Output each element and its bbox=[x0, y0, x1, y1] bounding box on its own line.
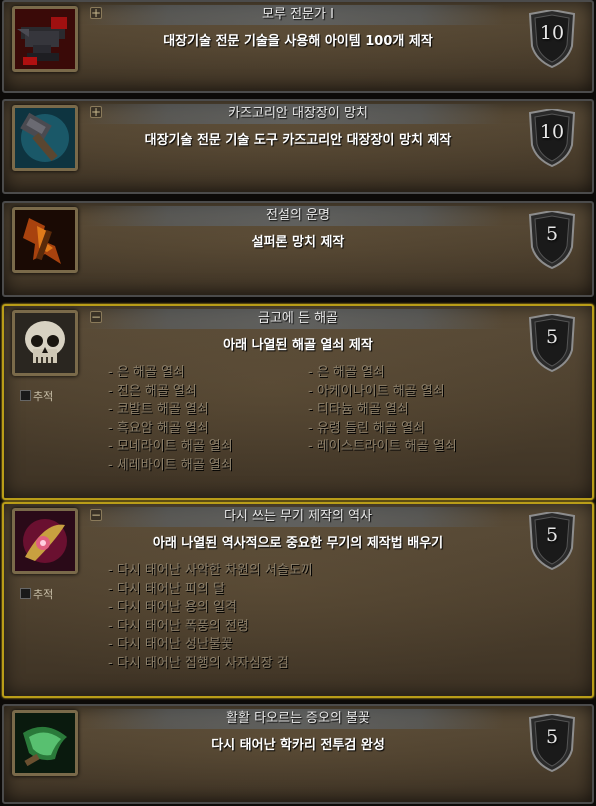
track-label: 추적 bbox=[33, 390, 54, 403]
green-blade-icon bbox=[12, 710, 78, 776]
achievement-row-expanded[interactable]: 추적 − 다시 쓰는 무기 제작의 역사 아래 나열된 역사적으로 중요한 무기… bbox=[2, 502, 594, 698]
criteria-item: - 다시 태어난 용의 일격 bbox=[108, 600, 237, 615]
achievement-description: 다시 태어난 학카리 전투검 완성 bbox=[211, 738, 385, 753]
points-value: 5 bbox=[545, 223, 559, 245]
fire-hammer-icon bbox=[12, 207, 78, 273]
criteria-item: - 세레바이트 해골 열쇠 bbox=[108, 457, 233, 473]
achievement-row-expanded[interactable]: 추적 − 금고에 든 해골 아래 나열된 해골 열쇠 제작 - 은 해골 열쇠 … bbox=[2, 304, 594, 500]
criteria-item: - 다시 태어난 폭풍의 전령 bbox=[108, 618, 249, 634]
achievement-title: 모루 전문가 I bbox=[262, 7, 334, 22]
achievement-description: 아래 나열된 역사적으로 중요한 무기의 제작법 배우기 bbox=[152, 536, 444, 551]
achievement-description: 대장기술 전문 기술을 사용해 아이템 100개 제작 bbox=[163, 34, 433, 49]
criteria-item: - 다시 태어난 성난불꽃 bbox=[108, 637, 233, 652]
achievement-description: 대장기술 전문 기술 도구 카즈고리안 대장장이 망치 제작 bbox=[144, 133, 452, 148]
criteria-item: - 레이스트라이트 해골 열쇠 bbox=[308, 439, 457, 454]
achievement-title: 전설의 운명 bbox=[266, 208, 330, 223]
criteria-item: - 코발트 해골 열쇠 bbox=[108, 402, 209, 417]
criteria-item: - 은 해골 열쇠 bbox=[308, 365, 385, 380]
criteria-item: - 다시 태어난 사악한 차원의 서슬도끼 bbox=[108, 563, 313, 578]
criteria-item: - 흑요암 해골 열쇠 bbox=[108, 420, 209, 436]
criteria-list-right: - 은 해골 열쇠 - 아케이나이트 해골 열쇠 - 티타늄 해골 열쇠 - 유… bbox=[308, 364, 457, 457]
points-shield: 5 bbox=[528, 209, 576, 270]
achievement-row[interactable]: + 모루 전문가 I 대장기술 전문 기술을 사용해 아이템 100개 제작 1… bbox=[2, 0, 594, 93]
achievement-title: 다시 쓰는 무기 제작의 역사 bbox=[223, 509, 373, 524]
checkbox-box[interactable] bbox=[20, 390, 31, 401]
criteria-item: - 유령 들린 해골 열쇠 bbox=[308, 420, 425, 436]
points-value: 5 bbox=[545, 326, 559, 348]
achievement-title: 활활 타오르는 증오의 불꽃 bbox=[226, 711, 370, 726]
hammer-icon bbox=[12, 105, 78, 171]
points-value: 10 bbox=[539, 121, 565, 143]
points-value: 10 bbox=[539, 22, 565, 44]
achievement-title: 금고에 든 해골 bbox=[257, 311, 339, 326]
track-checkbox[interactable]: 추적 bbox=[20, 388, 53, 404]
skull-icon bbox=[12, 310, 78, 376]
achievement-row[interactable]: 활활 타오르는 증오의 불꽃 다시 태어난 학카리 전투검 완성 5 bbox=[2, 704, 594, 804]
points-shield: 5 bbox=[528, 712, 576, 773]
anvil-icon bbox=[12, 6, 78, 72]
criteria-item: - 아케이나이트 해골 열쇠 bbox=[308, 383, 445, 399]
criteria-item: - 다시 태어난 집행의 사자심장 검 bbox=[108, 655, 289, 671]
points-shield: 10 bbox=[528, 8, 576, 69]
points-shield: 10 bbox=[528, 107, 576, 168]
achievement-row[interactable]: 전설의 운명 설퍼론 망치 제작 5 bbox=[2, 201, 594, 297]
points-shield: 5 bbox=[528, 510, 576, 571]
achievement-description: 설퍼론 망치 제작 bbox=[251, 235, 345, 250]
checkbox-box[interactable] bbox=[20, 588, 31, 599]
track-checkbox[interactable]: 추적 bbox=[20, 586, 53, 602]
track-label: 추적 bbox=[33, 588, 54, 601]
weapon-icon bbox=[12, 508, 78, 574]
criteria-item: - 다시 태어난 피의 달 bbox=[108, 581, 225, 597]
criteria-item: - 은 해골 열쇠 bbox=[108, 365, 185, 380]
points-shield: 5 bbox=[528, 312, 576, 373]
criteria-item: - 모네라이트 해골 열쇠 bbox=[108, 439, 233, 454]
achievement-title: 카즈고리안 대장장이 망치 bbox=[228, 106, 368, 121]
criteria-item: - 진은 해골 열쇠 bbox=[108, 383, 197, 399]
criteria-list: - 다시 태어난 사악한 차원의 서슬도끼 - 다시 태어난 피의 달 - 다시… bbox=[108, 562, 313, 673]
criteria-item: - 티타늄 해골 열쇠 bbox=[308, 402, 409, 417]
achievement-description: 아래 나열된 해골 열쇠 제작 bbox=[223, 338, 373, 353]
points-value: 5 bbox=[545, 726, 559, 748]
points-value: 5 bbox=[545, 524, 559, 546]
criteria-list-left: - 은 해골 열쇠 - 진은 해골 열쇠 - 코발트 해골 열쇠 - 흑요암 해… bbox=[108, 364, 233, 475]
achievement-row[interactable]: + 카즈고리안 대장장이 망치 대장기술 전문 기술 도구 카즈고리안 대장장이… bbox=[2, 99, 594, 194]
